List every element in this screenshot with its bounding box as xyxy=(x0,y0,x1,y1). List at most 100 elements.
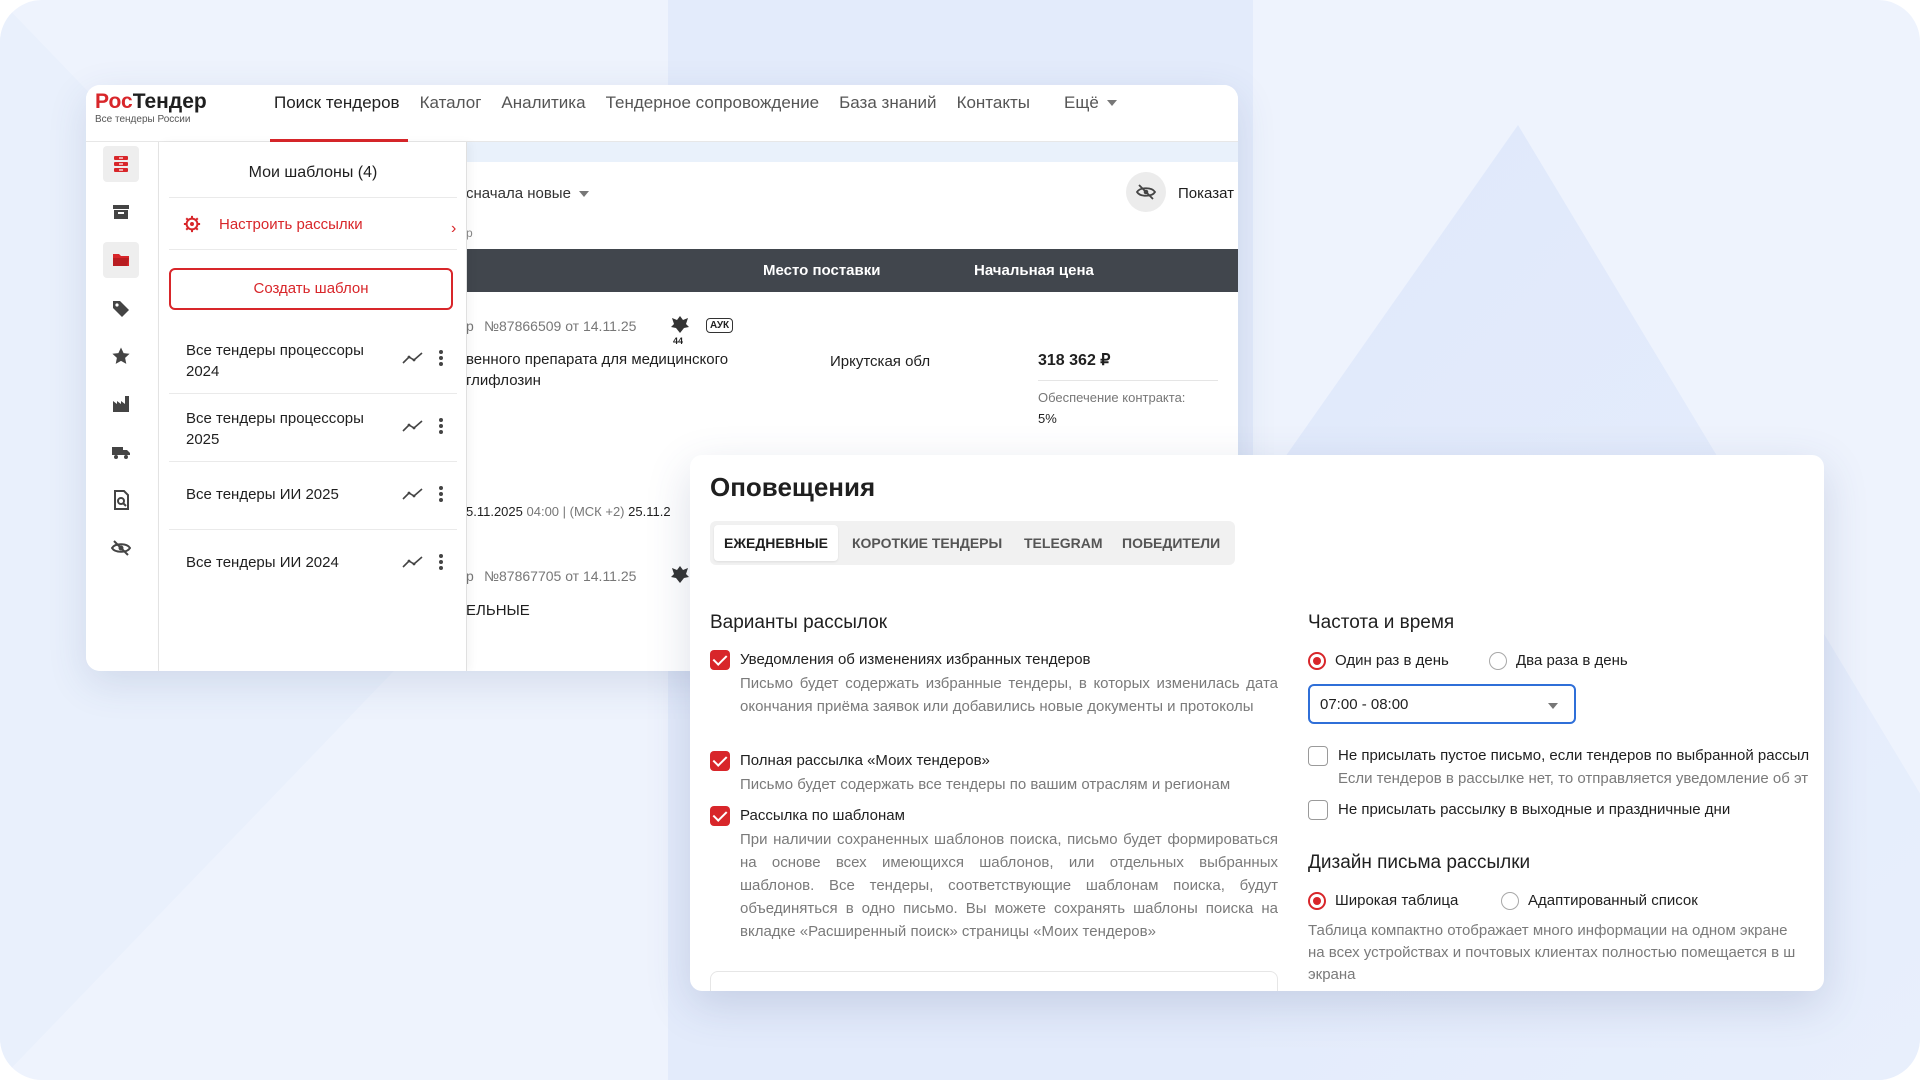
stats-chart-icon[interactable] xyxy=(402,487,424,501)
divider xyxy=(169,461,457,462)
tab-telegram[interactable]: TELEGRAM xyxy=(1014,525,1113,561)
notification-tabs: ЕЖЕДНЕВНЫЕ КОРОТКИЕ ТЕНДЕРЫ TELEGRAM ПОБ… xyxy=(710,521,1235,565)
checkbox-templates-mailing[interactable] xyxy=(710,806,730,826)
templates-panel: Мои шаблоны (4) Настроить рассылки › Соз… xyxy=(159,142,467,671)
column-delivery[interactable]: Место поставки xyxy=(763,262,880,279)
auction-badge: АУК xyxy=(706,318,734,333)
option-no-weekends-label: Не присылать рассылку в выходные и празд… xyxy=(1338,801,1731,818)
radio-twice-a-day[interactable] xyxy=(1489,652,1507,670)
top-navigation: РосТендер Все тендеры России Поиск тенде… xyxy=(86,85,1238,142)
panel-title: Мои шаблоны (4) xyxy=(248,164,378,181)
tab-daily[interactable]: ЕЖЕДНЕВНЫЕ xyxy=(714,525,839,561)
option-favorites-changes-desc: Письмо будет содержать избранные тендеры… xyxy=(740,675,1278,715)
archive-icon[interactable] xyxy=(103,194,139,230)
option-templates-mailing-label: Рассылка по шаблонам xyxy=(740,807,905,824)
row1-deadline: 5.11.2025 04:00 | (МСК +2) 25.11.2 xyxy=(466,504,671,519)
results-table-header: Место поставки Начальная цена xyxy=(466,249,1238,292)
stats-chart-icon[interactable] xyxy=(402,555,424,569)
row1-title-line2[interactable]: глифлозин xyxy=(466,372,541,389)
divider xyxy=(169,529,457,530)
configure-mailings-link[interactable]: Настроить рассылки xyxy=(183,215,363,233)
show-hidden-label[interactable]: Показат xyxy=(1178,185,1234,202)
option-full-mailing-desc: Письмо будет содержать все тендеры по ва… xyxy=(740,776,1231,793)
toggle-hidden-button[interactable] xyxy=(1126,172,1166,212)
gear-icon xyxy=(183,215,201,233)
tab-short-tenders[interactable]: КОРОТКИЕ ТЕНДЕРЫ xyxy=(842,525,1012,561)
row2-prefix: р xyxy=(466,568,474,584)
sidebar xyxy=(86,142,159,671)
checkbox-no-weekends[interactable] xyxy=(1308,800,1328,820)
row1-prefix: р xyxy=(466,318,474,334)
row1-region: Иркутская обл xyxy=(830,353,931,370)
tenders-list-icon[interactable] xyxy=(103,146,139,182)
main-nav: Поиск тендеров Каталог Аналитика Тендерн… xyxy=(264,85,1127,142)
nav-catalog[interactable]: Каталог xyxy=(410,85,492,142)
sort-dropdown[interactable]: сначала новые xyxy=(466,185,589,202)
stats-chart-icon[interactable] xyxy=(402,351,424,365)
tag-icon[interactable] xyxy=(103,290,139,326)
more-vertical-icon[interactable] xyxy=(438,485,444,503)
price-divider xyxy=(1038,380,1218,381)
star-icon[interactable] xyxy=(103,338,139,374)
radio-once-a-day[interactable] xyxy=(1308,652,1326,670)
radio-adapted-list[interactable] xyxy=(1501,892,1519,910)
time-select[interactable]: 07:00 - 08:00 xyxy=(1308,684,1576,724)
divider xyxy=(169,393,457,394)
row1-title-line1[interactable]: венного препарата для медицинского xyxy=(466,351,728,368)
folder-icon[interactable] xyxy=(103,242,139,278)
filter-strip xyxy=(466,142,1238,162)
design-description: Таблица компактно отображает много инфор… xyxy=(1308,922,1796,983)
nav-knowledge-base[interactable]: База знаний xyxy=(829,85,946,142)
factory-icon[interactable] xyxy=(103,386,139,422)
radio-wide-table-label: Широкая таблица xyxy=(1335,892,1459,909)
eye-off-icon xyxy=(1136,184,1156,200)
stats-chart-icon[interactable] xyxy=(402,419,424,433)
next-section-card xyxy=(710,971,1278,991)
nav-analytics[interactable]: Аналитика xyxy=(491,85,595,142)
row2-title[interactable]: ЕЛЬНЫЕ xyxy=(466,602,530,619)
filter-note: р xyxy=(466,226,473,240)
law-badge: 44 xyxy=(673,336,684,346)
divider xyxy=(169,197,457,198)
option-no-empty-email-label: Не присылать пустое письмо, если тендеро… xyxy=(1338,747,1810,764)
create-template-button[interactable]: Создать шаблон xyxy=(169,268,453,310)
document-search-icon[interactable] xyxy=(103,482,139,518)
option-no-empty-email-desc: Если тендеров в рассылке нет, то отправл… xyxy=(1338,770,1809,787)
radio-twice-a-day-label: Два раза в день xyxy=(1516,652,1628,669)
radio-wide-table[interactable] xyxy=(1308,892,1326,910)
nav-tender-support[interactable]: Тендерное сопровождение xyxy=(596,85,830,142)
chevron-down-icon xyxy=(1548,703,1558,709)
option-templates-mailing-desc: При наличии сохраненных шаблонов поиска,… xyxy=(740,831,1278,940)
row1-security-label: Обеспечение контракта: xyxy=(1038,390,1186,405)
eye-off-icon[interactable] xyxy=(103,530,139,566)
radio-once-a-day-label: Один раз в день xyxy=(1335,652,1449,669)
design-heading: Дизайн письма рассылки xyxy=(1308,852,1531,873)
column-price[interactable]: Начальная цена xyxy=(974,262,1094,279)
frequency-heading: Частота и время xyxy=(1308,612,1455,633)
more-vertical-icon[interactable] xyxy=(438,553,444,571)
chevron-down-icon xyxy=(1106,100,1117,106)
truck-icon[interactable] xyxy=(103,434,139,470)
chevron-right-icon: › xyxy=(451,220,457,237)
row1-security-value: 5% xyxy=(1038,411,1057,426)
option-favorites-changes-label: Уведомления об изменениях избранных тенд… xyxy=(740,651,1091,668)
more-vertical-icon[interactable] xyxy=(438,349,444,367)
notifications-window: Оповещения ЕЖЕДНЕВНЫЕ КОРОТКИЕ ТЕНДЕРЫ T… xyxy=(690,455,1824,991)
row1-price: 318 362 ₽ xyxy=(1038,352,1111,369)
variants-heading: Варианты рассылок xyxy=(710,612,888,633)
option-full-mailing-label: Полная рассылка «Моих тендеров» xyxy=(740,752,990,769)
more-vertical-icon[interactable] xyxy=(438,417,444,435)
checkbox-favorites-changes[interactable] xyxy=(710,650,730,670)
nav-more-dropdown[interactable]: Ещё xyxy=(1054,85,1127,142)
row1-number[interactable]: №87866509 от 14.11.25 xyxy=(484,318,636,334)
divider xyxy=(169,249,457,250)
nav-tender-search[interactable]: Поиск тендеров xyxy=(264,85,410,142)
radio-adapted-list-label: Адаптированный список xyxy=(1528,892,1698,909)
nav-contacts[interactable]: Контакты xyxy=(947,85,1040,142)
checkbox-no-empty-email[interactable] xyxy=(1308,746,1328,766)
row2-number[interactable]: №87867705 от 14.11.25 xyxy=(484,568,636,584)
checkbox-full-mailing[interactable] xyxy=(710,751,730,771)
logo[interactable]: РосТендер Все тендеры России xyxy=(95,90,207,126)
tab-winners[interactable]: ПОБЕДИТЕЛИ xyxy=(1112,525,1230,561)
coat-of-arms-44-icon xyxy=(671,566,689,583)
